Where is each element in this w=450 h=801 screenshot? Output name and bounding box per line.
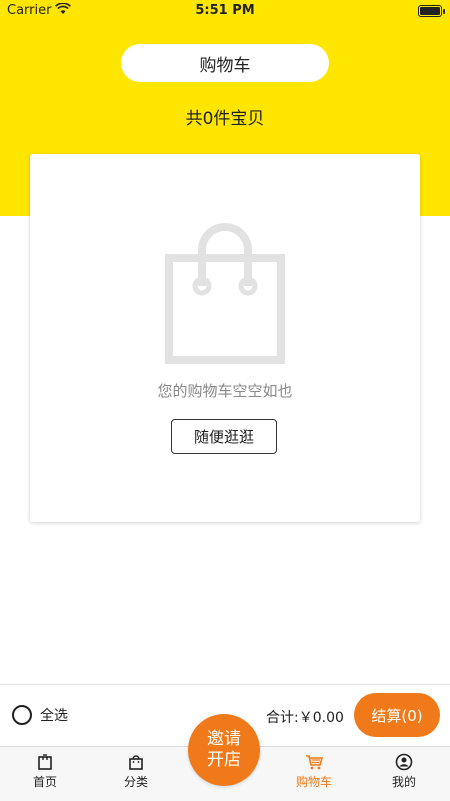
shopping-bag-icon bbox=[165, 223, 285, 364]
empty-cart-message: 您的购物车空空如也 bbox=[157, 382, 293, 400]
invite-line-1: 邀请 bbox=[207, 729, 241, 749]
cart-icon bbox=[306, 755, 323, 770]
select-all-radio[interactable] bbox=[12, 705, 32, 725]
tab-home-label: 首页 bbox=[32, 775, 57, 789]
status-bar: Carrier 5:51 PM bbox=[0, 0, 450, 22]
select-all-label: 全选 bbox=[40, 708, 68, 724]
battery-icon bbox=[418, 5, 445, 17]
page-title-text: 购物车 bbox=[199, 55, 251, 76]
checkout-button[interactable]: 结算(0) bbox=[354, 693, 440, 737]
select-all-toggle[interactable]: 全选 bbox=[12, 705, 68, 725]
tab-category[interactable]: 分类 bbox=[96, 753, 176, 790]
invite-line-2: 开店 bbox=[207, 750, 241, 770]
total-price: 合计:￥0.00 bbox=[266, 710, 344, 726]
empty-cart-card: 您的购物车空空如也 随便逛逛 bbox=[30, 154, 420, 522]
category-bag-icon bbox=[129, 755, 143, 770]
browse-button[interactable]: 随便逛逛 bbox=[171, 419, 277, 454]
tab-home[interactable]: 首页 bbox=[5, 753, 85, 790]
clock-time: 5:51 PM bbox=[195, 3, 255, 18]
checkout-button-label: 结算(0) bbox=[371, 706, 423, 725]
user-icon bbox=[395, 753, 413, 771]
home-bag-icon bbox=[38, 754, 52, 770]
tab-profile-label: 我的 bbox=[391, 775, 416, 789]
tab-cart[interactable]: 购物车 bbox=[274, 753, 354, 790]
page-title: 购物车 bbox=[121, 44, 329, 82]
tab-cart-label: 购物车 bbox=[295, 775, 332, 789]
browse-button-label: 随便逛逛 bbox=[193, 428, 254, 446]
tab-profile[interactable]: 我的 bbox=[364, 753, 444, 790]
tab-category-label: 分类 bbox=[123, 775, 148, 789]
item-count: 共0件宝贝 bbox=[185, 109, 265, 129]
invite-open-store-button[interactable]: 邀请 开店 bbox=[188, 714, 260, 786]
